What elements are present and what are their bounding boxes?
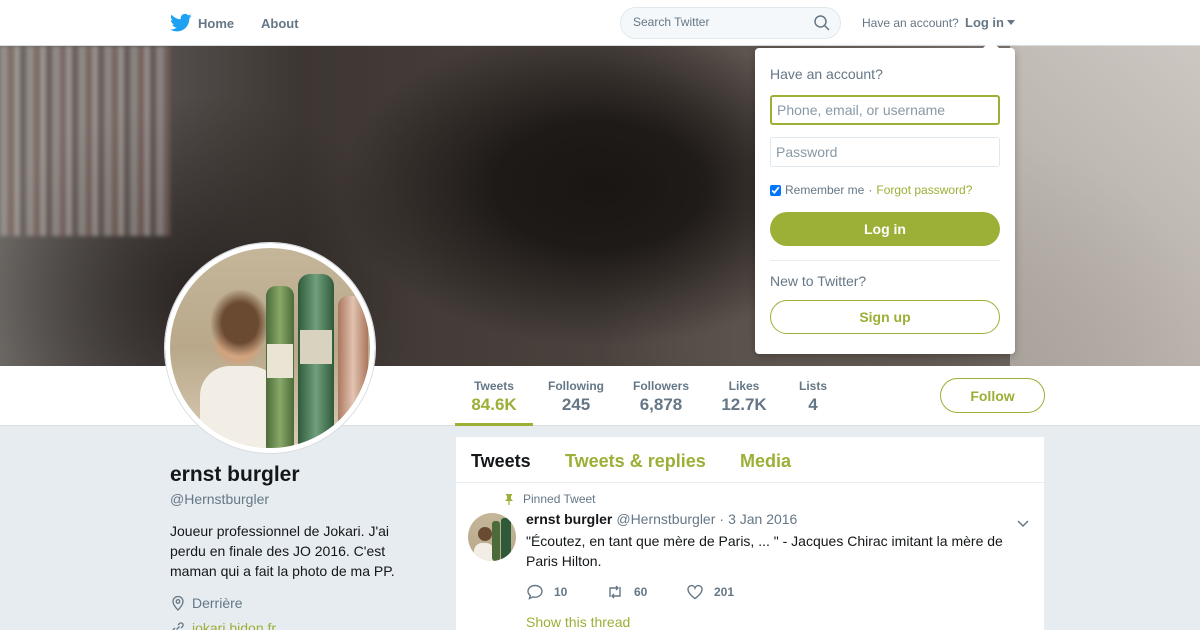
profile-url-text: jokari.bidon.fr bbox=[192, 620, 277, 630]
login-dropdown-toggle[interactable]: Log in bbox=[965, 15, 1015, 30]
tweet-actions: 10 60 201 bbox=[526, 583, 734, 601]
timeline-tabs: Tweets Tweets & replies Media bbox=[456, 437, 1044, 483]
login-submit-button[interactable]: Log in bbox=[770, 212, 1000, 246]
profile-bio: Joueur professionnel de Jokari. J'ai per… bbox=[170, 523, 395, 579]
show-thread-link[interactable]: Show this thread bbox=[526, 614, 630, 630]
stat-label: Likes bbox=[728, 379, 760, 393]
reply-count: 10 bbox=[554, 585, 568, 599]
tab-media[interactable]: Media bbox=[740, 451, 791, 472]
stat-followers[interactable]: Followers 6,878 bbox=[630, 366, 692, 426]
search-icon[interactable] bbox=[814, 15, 830, 31]
username-field[interactable] bbox=[770, 95, 1000, 125]
stat-following[interactable]: Following 245 bbox=[545, 366, 607, 426]
like-button[interactable]: 201 bbox=[686, 583, 734, 601]
stat-label: Lists bbox=[798, 379, 827, 393]
signup-button[interactable]: Sign up bbox=[770, 300, 1000, 334]
location-pin-icon bbox=[172, 595, 184, 611]
dropdown-divider bbox=[770, 260, 1000, 261]
stat-value: 84.6K bbox=[471, 395, 517, 414]
link-icon bbox=[172, 622, 184, 630]
remember-me-checkbox[interactable] bbox=[770, 184, 781, 196]
profile-name[interactable]: ernst burgler bbox=[170, 463, 300, 487]
remember-row: Remember me · Forgot password? bbox=[770, 183, 972, 197]
tweet-author-handle[interactable]: @Hernstburgler bbox=[616, 511, 715, 527]
login-dropdown-title: Have an account? bbox=[770, 66, 883, 82]
tweet-avatar[interactable] bbox=[468, 513, 516, 561]
chevron-down-icon[interactable] bbox=[1016, 516, 1030, 530]
login-toggle-label: Log in bbox=[965, 15, 1004, 30]
tweet-avatar-shirt bbox=[474, 543, 494, 561]
reply-icon bbox=[527, 584, 543, 600]
have-account-text: Have an account? bbox=[862, 16, 959, 30]
password-field[interactable] bbox=[770, 137, 1000, 167]
stat-value: 6,878 bbox=[639, 395, 683, 414]
tweet-header: ernst burgler @Hernstburgler · 3 Jan 201… bbox=[526, 511, 797, 527]
stat-value: 4 bbox=[808, 395, 818, 414]
pinned-indicator: Pinned Tweet bbox=[503, 492, 596, 506]
profile-handle[interactable]: @Hernstburgler bbox=[170, 491, 269, 507]
tweet-author-name[interactable]: ernst burgler bbox=[526, 511, 612, 527]
like-count: 201 bbox=[714, 585, 735, 599]
login-dropdown: Have an account? Remember me · Forgot pa… bbox=[755, 40, 1015, 354]
stat-likes[interactable]: Likes 12.7K bbox=[715, 366, 773, 426]
stat-label: Followers bbox=[632, 379, 689, 393]
avatar-bottle-label bbox=[300, 330, 332, 364]
profile-url[interactable]: jokari.bidon.fr bbox=[170, 620, 276, 630]
banner-bookshelf bbox=[0, 46, 170, 236]
new-to-twitter-text: New to Twitter? bbox=[770, 273, 867, 289]
heart-icon bbox=[687, 584, 703, 600]
stat-label: Tweets bbox=[474, 379, 514, 393]
tab-tweets[interactable]: Tweets bbox=[471, 451, 531, 472]
nav-home[interactable]: Home bbox=[170, 13, 234, 33]
avatar-bottle-label bbox=[267, 344, 293, 378]
top-nav: Home About Have an account? Log in bbox=[0, 0, 1200, 46]
stat-value: 12.7K bbox=[721, 395, 767, 414]
reply-button[interactable]: 10 bbox=[526, 583, 606, 601]
dropdown-arrow bbox=[983, 40, 999, 48]
forgot-password-link[interactable]: Forgot password? bbox=[876, 183, 972, 197]
retweet-count: 60 bbox=[634, 585, 648, 599]
stat-value: 245 bbox=[561, 395, 591, 414]
follow-button[interactable]: Follow bbox=[940, 378, 1045, 413]
stat-lists[interactable]: Lists 4 bbox=[792, 366, 834, 426]
retweet-button[interactable]: 60 bbox=[606, 583, 686, 601]
caret-down-icon bbox=[1007, 20, 1015, 25]
banner-wall bbox=[1010, 46, 1200, 366]
tab-tweets-replies[interactable]: Tweets & replies bbox=[565, 451, 706, 472]
tweet-separator: · bbox=[719, 511, 725, 527]
nav-about[interactable]: About bbox=[261, 16, 299, 31]
tweet-date[interactable]: 3 Jan 2016 bbox=[728, 511, 797, 527]
tweet-avatar-bottle bbox=[501, 518, 511, 561]
timeline: Tweets Tweets & replies Media Pinned Twe… bbox=[456, 437, 1044, 630]
profile-avatar[interactable] bbox=[165, 243, 375, 453]
search-input[interactable] bbox=[633, 15, 808, 29]
nav-home-label: Home bbox=[198, 15, 235, 31]
tweet-avatar-head bbox=[478, 527, 492, 541]
twitter-bird-icon bbox=[170, 13, 192, 32]
profile-location-text: Derrière bbox=[192, 595, 243, 611]
tweet[interactable]: Pinned Tweet ernst burgler @Hernstburgle… bbox=[456, 483, 1044, 630]
retweet-icon bbox=[609, 585, 621, 599]
profile-location: Derrière bbox=[170, 595, 243, 611]
stat-tweets[interactable]: Tweets 84.6K bbox=[455, 366, 533, 426]
search-box[interactable] bbox=[620, 7, 841, 39]
tweet-avatar-bottle bbox=[492, 521, 500, 561]
pinned-label: Pinned Tweet bbox=[523, 492, 596, 506]
remember-separator: · bbox=[868, 183, 873, 197]
avatar-bottle bbox=[338, 296, 368, 448]
remember-me-label[interactable]: Remember me bbox=[785, 183, 864, 197]
tweet-text: "Écoutez, en tant que mère de Paris, ...… bbox=[526, 533, 1003, 569]
stat-label: Following bbox=[548, 379, 604, 393]
pin-icon bbox=[505, 494, 513, 505]
